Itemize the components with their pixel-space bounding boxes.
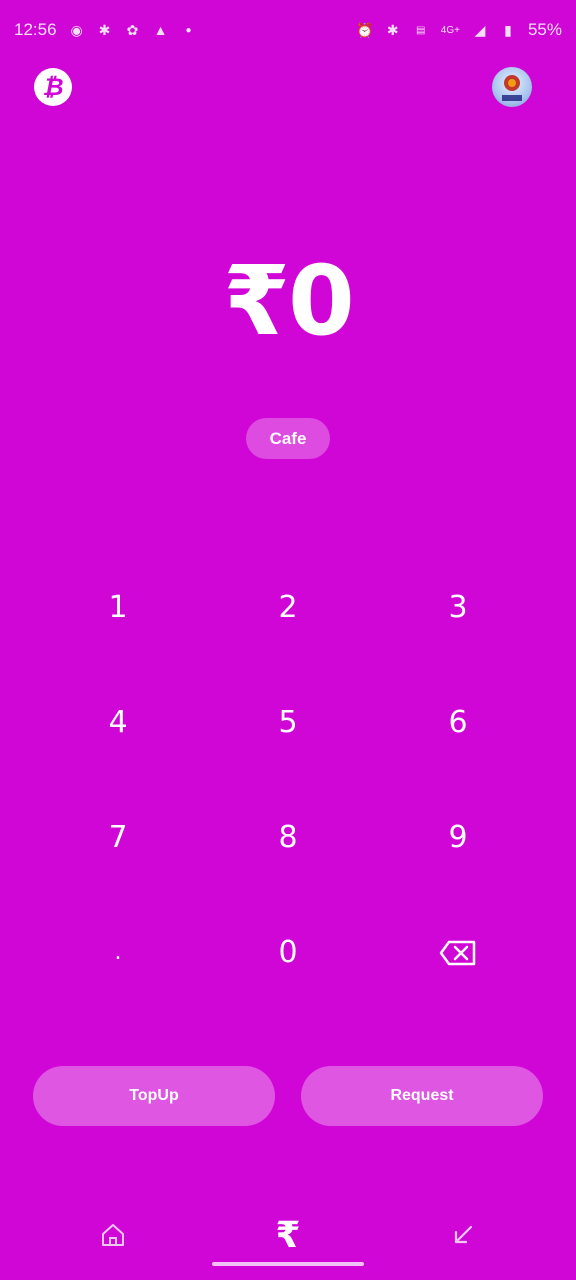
nav-payments[interactable]: ₹ — [258, 1210, 318, 1260]
key-8[interactable]: 8 — [203, 780, 373, 895]
key-0[interactable]: 0 — [203, 895, 373, 1010]
status-bar-left: 12:56 ◉ ✱ ✿ ▲ ● — [14, 20, 197, 40]
signal-icon: ◢ — [474, 21, 486, 38]
avatar-image — [502, 75, 522, 101]
volte-icon: ▤ — [416, 24, 426, 36]
request-button[interactable]: Request — [301, 1066, 543, 1126]
topup-button[interactable]: TopUp — [33, 1066, 275, 1126]
status-time: 12:56 — [14, 20, 57, 39]
key-2[interactable]: 2 — [203, 550, 373, 665]
nav-receive[interactable] — [433, 1210, 493, 1260]
key-5[interactable]: 5 — [203, 665, 373, 780]
key-6[interactable]: 6 — [373, 665, 543, 780]
key-3[interactable]: 3 — [373, 550, 543, 665]
key-4[interactable]: 4 — [33, 665, 203, 780]
battery-icon: ▮ — [504, 21, 512, 38]
home-indicator[interactable] — [212, 1262, 364, 1266]
rupee-icon: ₹ — [275, 1214, 301, 1256]
bitcoin-button[interactable]: ₿ — [34, 68, 72, 106]
top-row: ₿ — [34, 66, 532, 108]
bottom-nav: ₹ — [0, 1210, 576, 1260]
alarm-icon: ⏰ — [356, 21, 374, 38]
network-type: 4G+ — [440, 24, 460, 36]
avatar[interactable] — [492, 67, 532, 107]
app-icon: ✿ — [126, 21, 139, 38]
key-decimal[interactable]: . — [33, 895, 203, 1010]
key-1[interactable]: 1 — [33, 550, 203, 665]
bitcoin-icon: ₿ — [42, 72, 64, 101]
amount-display: ₹0 — [223, 245, 355, 357]
nav-home[interactable] — [83, 1210, 143, 1260]
home-icon — [102, 1224, 124, 1246]
record-icon: ◉ — [70, 21, 83, 38]
battery-percent: 55% — [527, 20, 562, 39]
warning-icon: ▲ — [153, 22, 168, 38]
bluetooth-icon: ✱ — [386, 21, 399, 38]
dot-icon: ● — [185, 24, 192, 36]
backspace-icon — [439, 940, 476, 965]
status-bar-right: ⏰ ✱ ▤ 4G+ ◢ ▮ 55% — [356, 20, 562, 40]
key-9[interactable]: 9 — [373, 780, 543, 895]
status-bar: 12:56 ◉ ✱ ✿ ▲ ● ⏰ ✱ ▤ 4G+ ◢ ▮ 55% — [0, 0, 576, 60]
key-7[interactable]: 7 — [33, 780, 203, 895]
arrow-down-left-icon — [454, 1225, 473, 1244]
bug-icon: ✱ — [98, 21, 111, 38]
backspace-key[interactable] — [373, 895, 543, 1010]
category-chip[interactable]: Cafe — [246, 418, 330, 459]
